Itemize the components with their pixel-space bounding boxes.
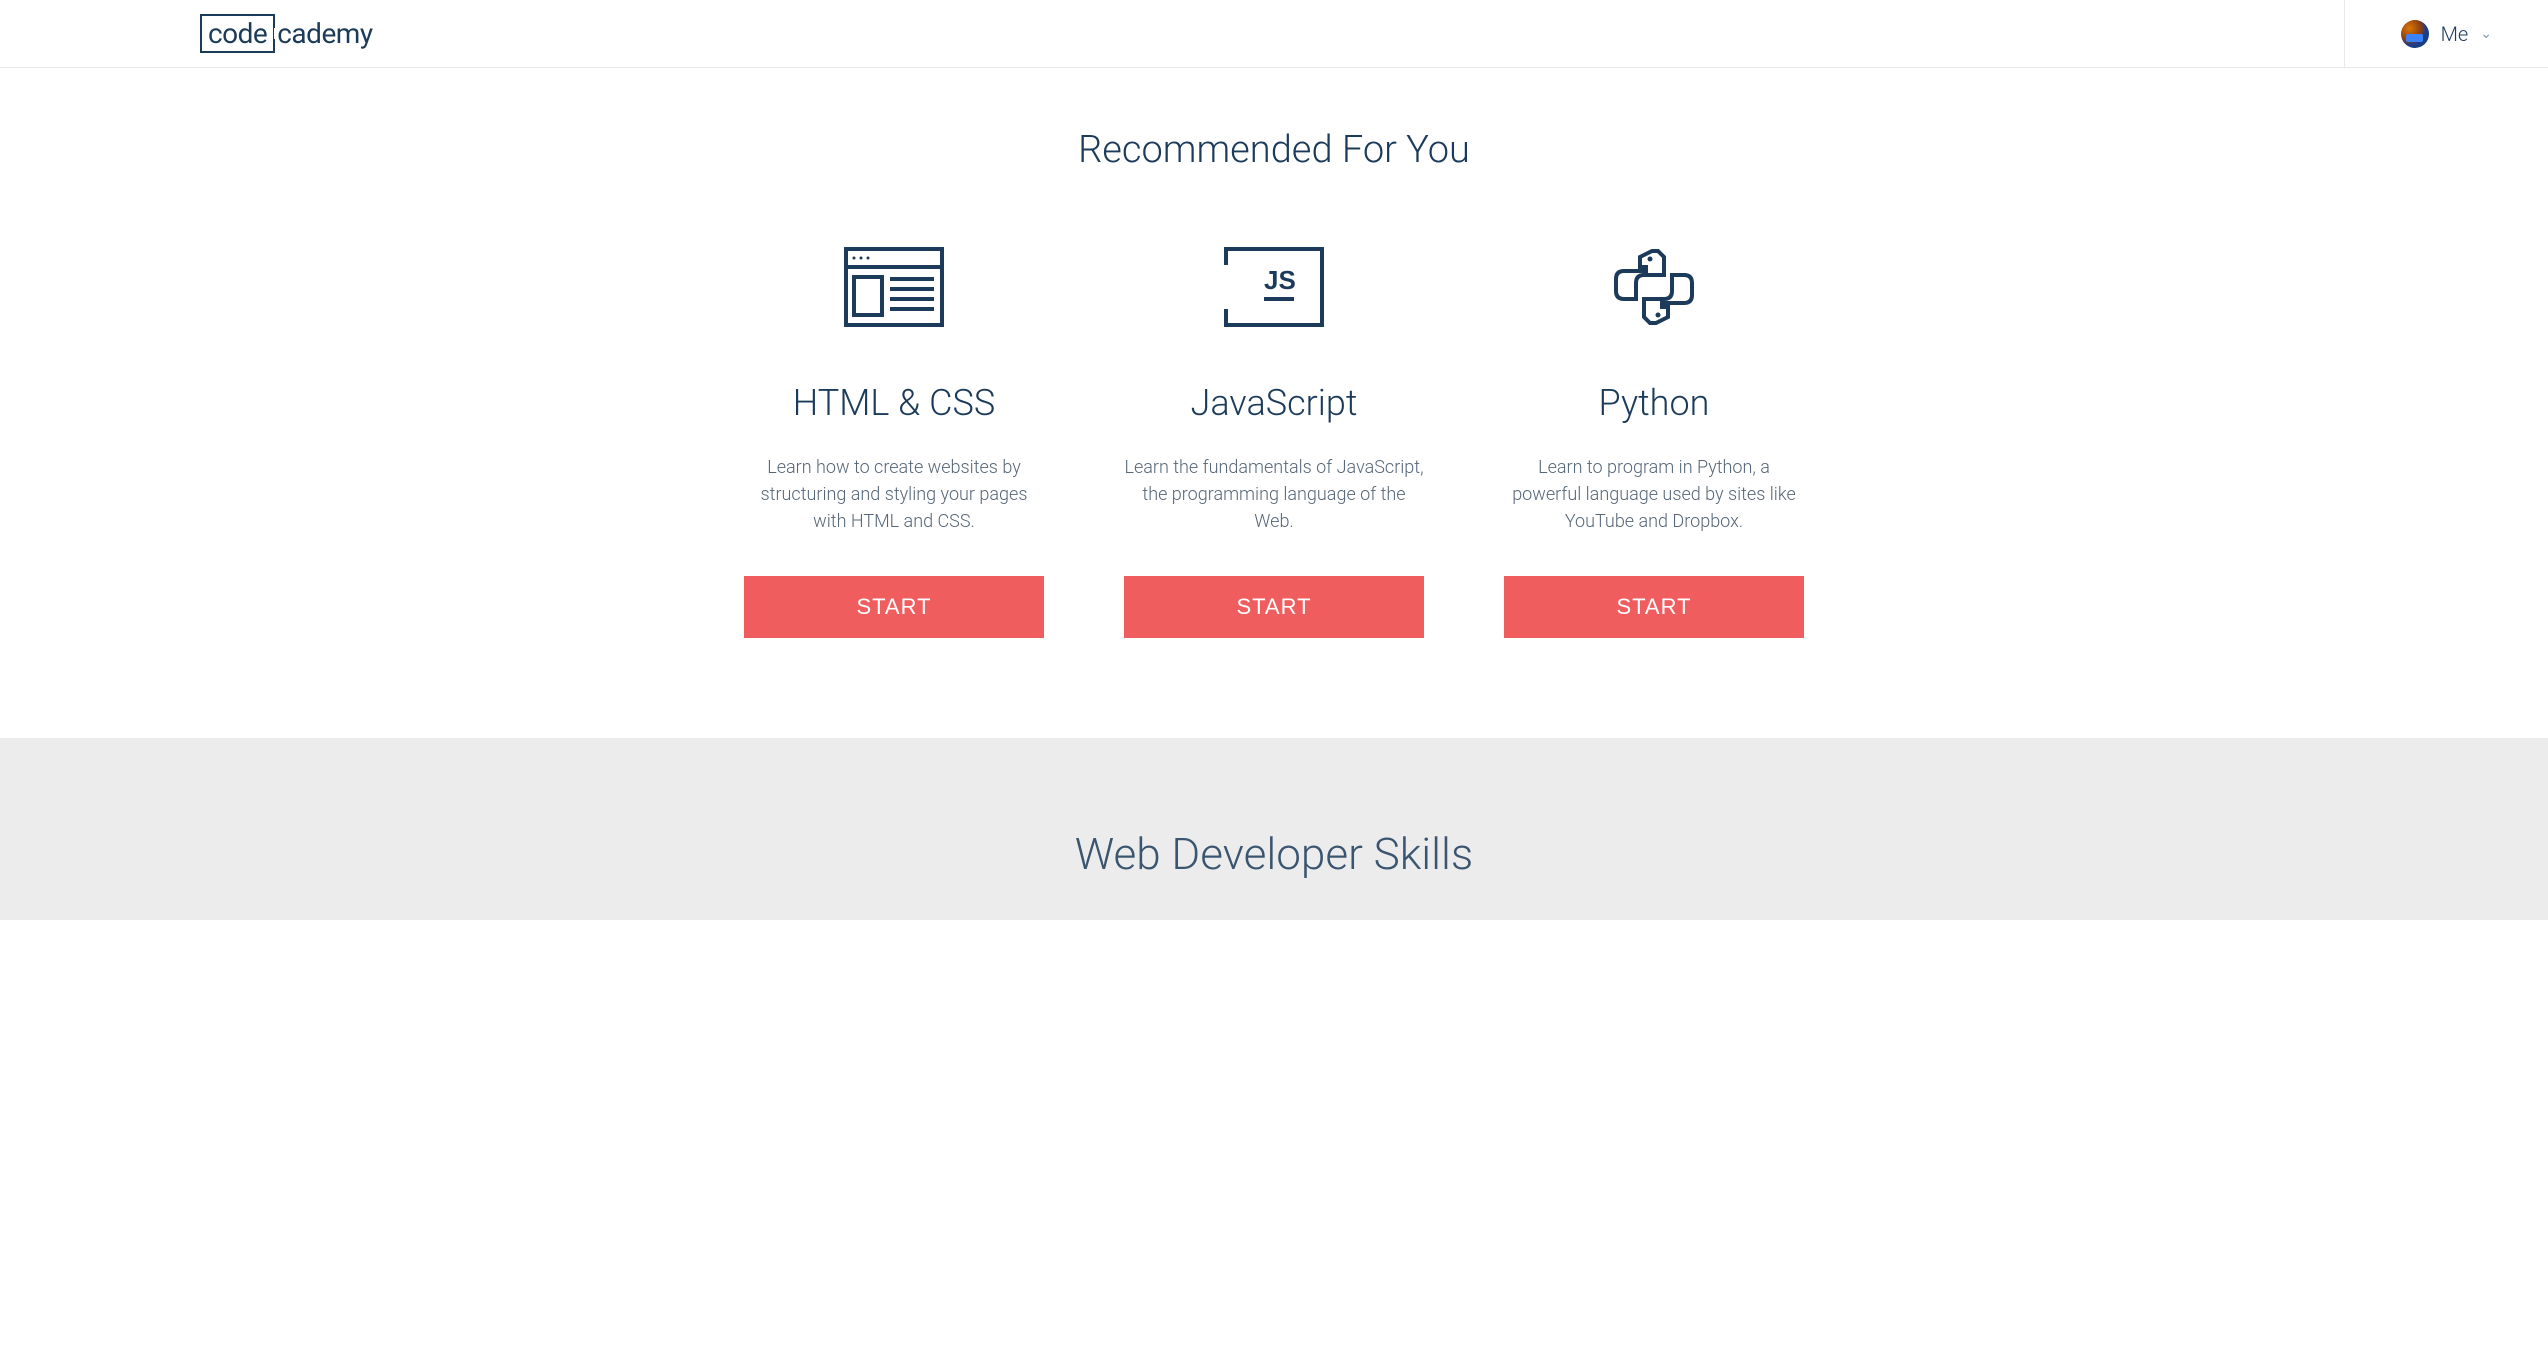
browser-window-icon xyxy=(844,242,944,332)
logo[interactable]: codecademy xyxy=(200,14,373,53)
card-title: Python xyxy=(1599,382,1710,424)
user-menu[interactable]: Me ⌄ xyxy=(2344,0,2548,67)
cards-container: HTML & CSS Learn how to create websites … xyxy=(0,242,2548,638)
web-developer-section: Web Developer Skills xyxy=(0,738,2548,920)
logo-text: cademy xyxy=(277,17,372,50)
avatar xyxy=(2401,20,2429,48)
start-button-python[interactable]: START xyxy=(1504,576,1804,638)
section-title: Recommended For You xyxy=(0,128,2548,172)
site-header: codecademy Me ⌄ xyxy=(0,0,2548,68)
logo-box: code xyxy=(200,14,275,53)
card-description: Learn how to create websites by structur… xyxy=(744,454,1044,536)
start-button-javascript[interactable]: START xyxy=(1124,576,1424,638)
card-javascript: JS JavaScript Learn the fundamentals of … xyxy=(1124,242,1424,638)
javascript-icon: JS xyxy=(1224,242,1324,332)
card-description: Learn the fundamentals of JavaScript, th… xyxy=(1124,454,1424,536)
card-description: Learn to program in Python, a powerful l… xyxy=(1504,454,1804,536)
recommended-section: Recommended For You HTML & CSS Learn xyxy=(0,68,2548,738)
card-title: JavaScript xyxy=(1191,382,1358,424)
start-button-html-css[interactable]: START xyxy=(744,576,1044,638)
card-title: HTML & CSS xyxy=(793,382,995,424)
chevron-down-icon: ⌄ xyxy=(2480,26,2492,42)
next-section-title: Web Developer Skills xyxy=(0,828,2548,880)
user-label: Me xyxy=(2441,22,2469,46)
card-python: Python Learn to program in Python, a pow… xyxy=(1504,242,1804,638)
python-icon xyxy=(1614,242,1694,332)
card-html-css: HTML & CSS Learn how to create websites … xyxy=(744,242,1044,638)
svg-text:JS: JS xyxy=(1264,265,1296,295)
